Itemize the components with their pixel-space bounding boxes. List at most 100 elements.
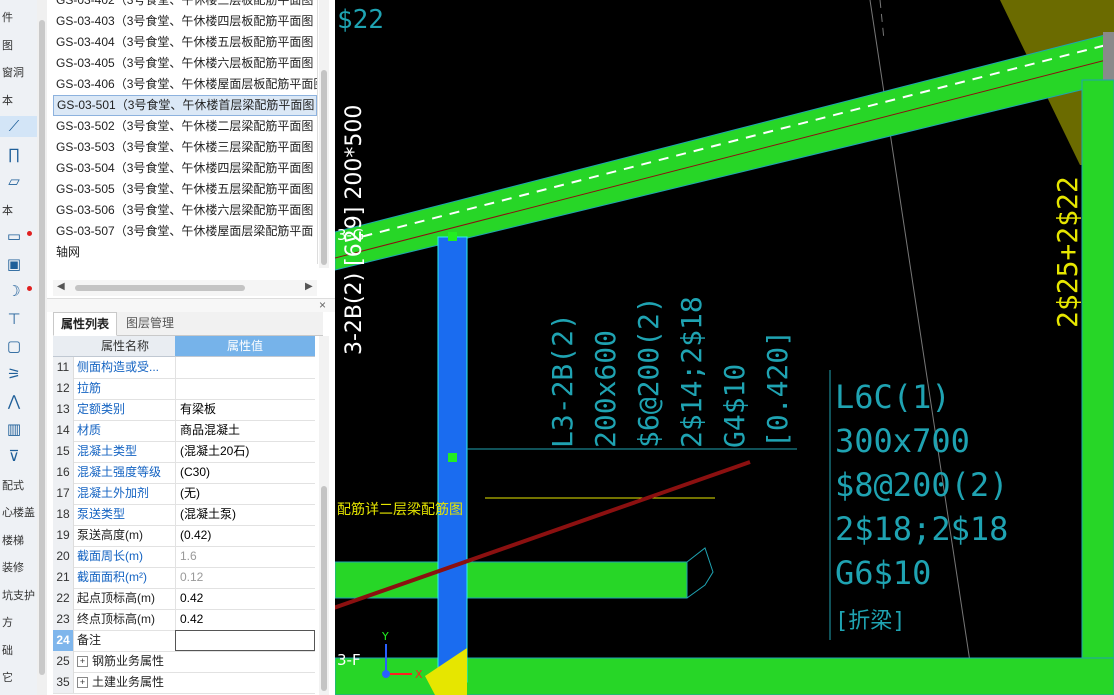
tool-label: 它 [2,672,13,684]
drawing-list-item[interactable]: 轴网 [53,242,317,263]
property-value[interactable]: (混凝土20石) [175,441,315,462]
property-value[interactable]: 0.42 [175,588,315,609]
tool-pedestal[interactable]: ⊤ [0,309,37,330]
drawing-list-vertical-scrollbar[interactable] [319,0,329,268]
scroll-left-icon[interactable]: ◀ [57,281,65,292]
expand-icon[interactable]: + [77,677,88,689]
scrollbar-thumb[interactable] [321,486,327,691]
property-name-label: 钢筋业务属性 [92,654,165,668]
property-row[interactable]: 21 截面面积(m²) 0.12 [53,567,315,589]
property-row[interactable]: 13 定额类别 有梁板 [53,399,315,421]
property-row[interactable]: 14 材质 商品混凝土 [53,420,315,442]
row-number: 18 [53,504,74,525]
tool-arch[interactable]: ∏ [0,144,37,165]
property-row[interactable]: 24 备注 [53,630,315,652]
property-row[interactable]: 35 + 土建业务属性 [53,672,315,694]
drawing-list-item[interactable]: GS-03-506（3号食堂、午休楼六层梁配筋平面图 [53,200,317,221]
scrollbar-thumb[interactable] [39,20,45,675]
tool-item[interactable]: 装修 [0,556,37,577]
scroll-right-icon[interactable]: ▶ [305,281,313,292]
property-value[interactable]: (0.42) [175,525,315,546]
tool-item[interactable]: 图 [0,34,37,55]
right-vertical-beam[interactable] [1081,79,1114,681]
tool-item[interactable]: 心楼盖 [0,501,37,522]
remark-input[interactable] [175,630,315,651]
tool-column[interactable]: ▣ [0,254,37,275]
middle-beam[interactable] [335,561,688,599]
drawing-list-item[interactable]: GS-03-505（3号食堂、午休楼五层梁配筋平面图 [53,179,317,200]
grip-point-top[interactable] [448,232,457,241]
tool-curve[interactable]: ☽ [0,281,37,302]
property-row[interactable]: 23 终点顶标高(m) 0.42 [53,609,315,631]
drawing-list-item[interactable]: GS-03-507（3号食堂、午休楼屋面层梁配筋平面 [53,221,317,242]
property-value[interactable]: 1.6 [175,546,315,567]
property-row[interactable]: 11 侧面构造或受... [53,357,315,379]
tool-item[interactable]: 本 [0,199,37,220]
tool-beam[interactable]: ▭ [0,226,37,247]
cad-canvas[interactable]: $22 3-2B(2) [629] 200*500 3-G 3-F 配筋详二层梁… [335,0,1114,695]
tool-slab[interactable]: ▱ [0,171,37,192]
tool-item[interactable]: 件 [0,6,37,27]
scrollbar-thumb[interactable] [321,70,327,265]
tool-brace[interactable]: ⟋ [0,116,37,137]
property-row[interactable]: 18 泵送类型 (混凝土泵) [53,504,315,526]
tool-item[interactable]: 本 [0,89,37,110]
property-value[interactable] [175,357,315,378]
property-value[interactable]: (C30) [175,462,315,483]
tool-item[interactable]: 它 [0,666,37,687]
property-table-scrollbar[interactable] [319,336,329,695]
drawing-list-item[interactable]: GS-03-501（3号食堂、午休楼首层梁配筋平面图 [53,95,317,116]
tool-item[interactable]: 配式 [0,474,37,495]
property-row[interactable]: 16 混凝土强度等级 (C30) [53,462,315,484]
property-value[interactable]: 商品混凝土 [175,420,315,441]
property-row[interactable]: 20 截面周长(m) 1.6 [53,546,315,568]
tab-properties[interactable]: 属性列表 [53,312,118,336]
drawing-list-item[interactable]: GS-03-405（3号食堂、午休楼六层板配筋平面图 [53,53,317,74]
notification-dot [27,231,32,236]
property-value[interactable]: (无) [175,483,315,504]
property-name: 混凝土强度等级 [77,465,162,479]
drawing-list-item[interactable]: GS-03-502（3号食堂、午休楼二层梁配筋平面图 [53,116,317,137]
row-number: 13 [53,399,74,420]
tool-item[interactable]: 窗洞 [0,61,37,82]
property-row[interactable]: 15 混凝土类型 (混凝土20石) [53,441,315,463]
property-name: 混凝土外加剂 [77,486,150,500]
property-row[interactable]: 12 拉筋 [53,378,315,400]
drawing-list-item[interactable]: GS-03-406（3号食堂、午休楼屋面层板配筋平面图 [53,74,317,95]
tool-stair[interactable]: ⚞ [0,364,37,385]
property-value[interactable]: (混凝土泵) [175,504,315,525]
frame-icon: ▢ [6,338,22,355]
tool-frame[interactable]: ▢ [0,336,37,357]
row-number: 19 [53,525,74,546]
close-icon[interactable]: × [319,298,326,312]
tool-item[interactable]: 坑支护 [0,584,37,605]
tool-label: 心楼盖 [2,507,35,519]
property-row[interactable]: 22 起点顶标高(m) 0.42 [53,588,315,610]
ucs-origin [382,670,390,678]
cad-drawing[interactable]: $22 3-2B(2) [629] 200*500 3-G 3-F 配筋详二层梁… [335,0,1114,695]
tool-item[interactable]: 础 [0,639,37,660]
property-row[interactable]: 25 + 钢筋业务属性 [53,651,315,673]
drawing-list-item[interactable]: GS-03-402（3号食堂、午休楼三层板配筋平面图 [53,0,317,11]
drawing-list-item[interactable]: GS-03-404（3号食堂、午休楼五层板配筋平面图 [53,32,317,53]
drawing-list-item[interactable]: GS-03-504（3号食堂、午休楼四层梁配筋平面图 [53,158,317,179]
scrollbar-thumb[interactable] [75,285,245,291]
tool-funnel[interactable]: ⊽ [0,446,37,467]
tab-layers[interactable]: 图层管理 [119,312,181,334]
tool-item[interactable]: 楼梯 [0,529,37,550]
grip-point-mid[interactable] [448,453,457,462]
property-value[interactable]: 有梁板 [175,399,315,420]
drawing-list-item[interactable]: GS-03-503（3号食堂、午休楼三层梁配筋平面图 [53,137,317,158]
property-value[interactable]: 0.12 [175,567,315,588]
property-row[interactable]: 19 泵送高度(m) (0.42) [53,525,315,547]
drawing-list-item[interactable]: GS-03-403（3号食堂、午休楼四层板配筋平面图 [53,11,317,32]
tool-grid[interactable]: ▥ [0,419,37,440]
expand-icon[interactable]: + [77,656,88,668]
drawing-list-horizontal-scrollbar[interactable]: ◀ ▶ [53,280,317,296]
tool-item[interactable]: 方 [0,611,37,632]
property-row[interactable]: 17 混凝土外加剂 (无) [53,483,315,505]
tool-ramp[interactable]: ⋀ [0,391,37,412]
property-value[interactable]: 0.42 [175,609,315,630]
row-number: 15 [53,441,74,462]
property-value[interactable] [175,378,315,399]
